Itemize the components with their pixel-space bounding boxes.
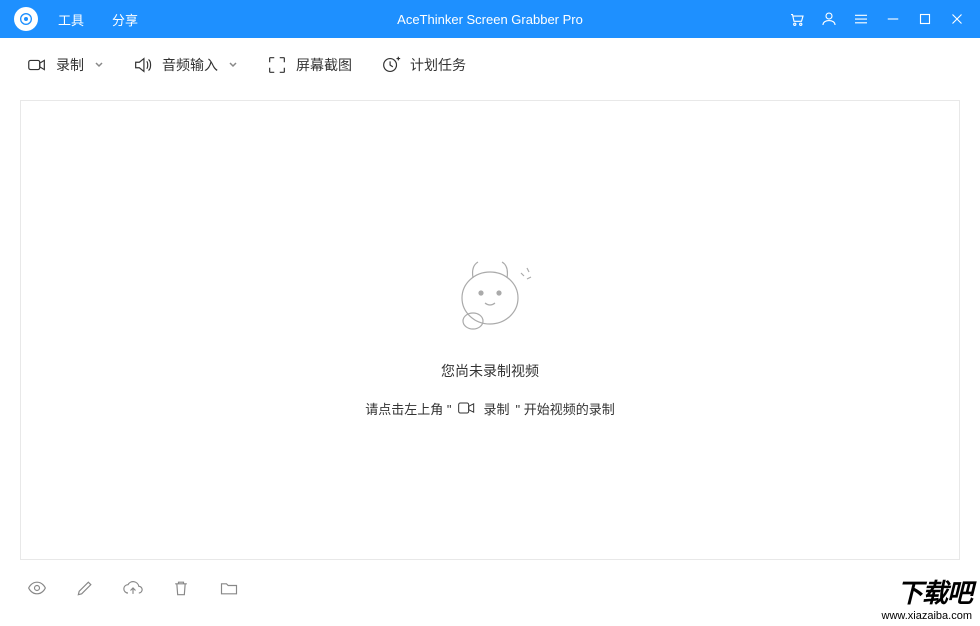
preview-icon[interactable] [26,577,48,599]
schedule-label: 计划任务 [410,55,466,75]
close-icon[interactable] [948,10,966,28]
record-button[interactable]: 录制 [26,54,104,76]
crop-icon [266,54,288,76]
footer-toolbar [0,560,980,616]
app-title: AceThinker Screen Grabber Pro [397,12,583,27]
record-label: 录制 [56,55,84,75]
empty-state-title: 您尚未录制视频 [441,361,539,381]
hint-record-label: 录制 [483,399,509,418]
upload-cloud-icon[interactable] [122,577,144,599]
window-controls [788,10,966,28]
hint-suffix: " 开始视频的录制 [516,399,615,418]
video-camera-icon [457,401,477,415]
screenshot-button[interactable]: 屏幕截图 [266,54,352,76]
chevron-down-icon [94,57,104,73]
maximize-icon[interactable] [916,10,934,28]
titlebar: 工具 分享 AceThinker Screen Grabber Pro [0,0,980,38]
delete-icon[interactable] [170,577,192,599]
main-panel: 您尚未录制视频 请点击左上角 " 录制 " 开始视频的录制 [20,100,960,560]
account-icon[interactable] [820,10,838,28]
edit-icon[interactable] [74,577,96,599]
menu-tools[interactable]: 工具 [58,10,84,29]
schedule-button[interactable]: 计划任务 [380,54,466,76]
screenshot-label: 屏幕截图 [296,55,352,75]
cart-icon[interactable] [788,10,806,28]
clock-plus-icon [380,54,402,76]
folder-icon[interactable] [218,577,240,599]
hint-prefix: 请点击左上角 " [365,399,451,418]
toolbar: 录制 音频输入 屏幕截图 计划任务 [0,38,980,92]
menu-list-icon[interactable] [852,10,870,28]
menu-bar: 工具 分享 [58,10,138,29]
menu-share[interactable]: 分享 [112,10,138,29]
empty-state-illustration [435,243,545,343]
minimize-icon[interactable] [884,10,902,28]
speaker-icon [132,54,154,76]
audio-label: 音频输入 [162,55,218,75]
audio-button[interactable]: 音频输入 [132,54,238,76]
chevron-down-icon [228,57,238,73]
empty-state-hint: 请点击左上角 " 录制 " 开始视频的录制 [365,399,614,418]
app-logo [14,7,38,31]
video-camera-icon [26,54,48,76]
